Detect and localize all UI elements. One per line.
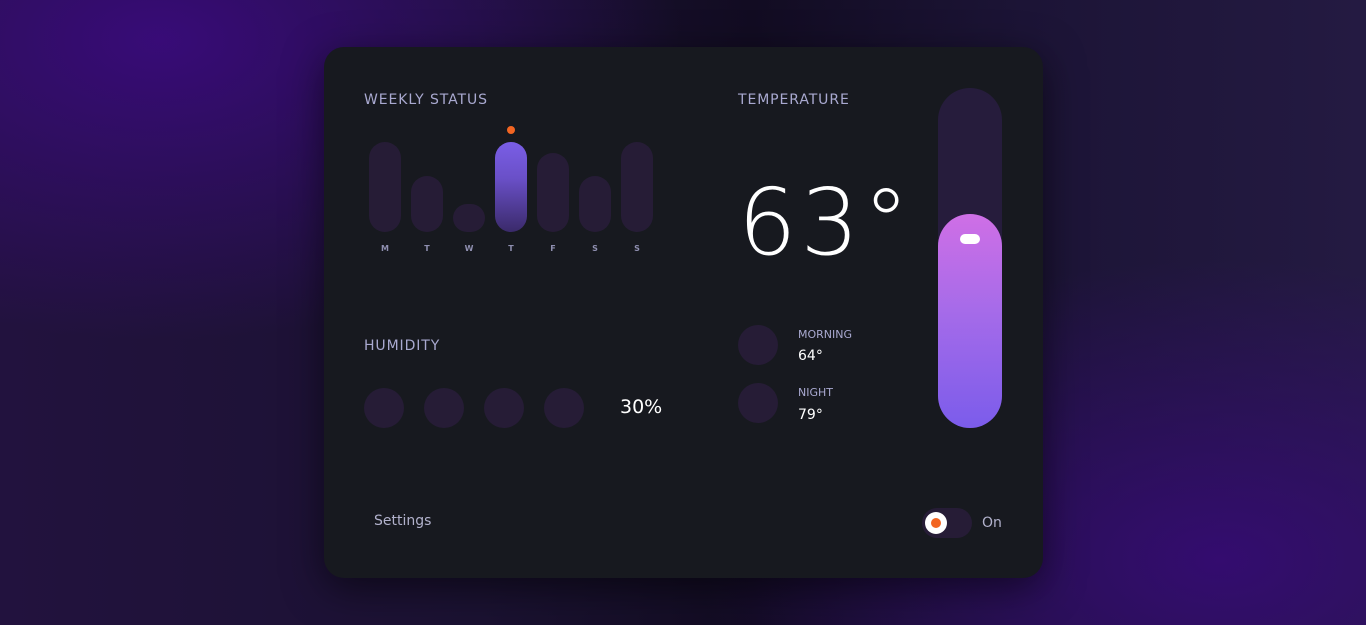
humidity-value: 30% xyxy=(620,396,663,418)
night-temperature: 79° xyxy=(798,407,823,423)
weekly-bar-0[interactable] xyxy=(369,142,401,232)
humidity-indicator[interactable] xyxy=(484,388,524,428)
weekly-bar-2[interactable] xyxy=(453,204,485,232)
temperature-slider[interactable] xyxy=(938,88,1002,428)
weekly-bar-3[interactable] xyxy=(495,142,527,232)
active-day-marker xyxy=(507,126,515,134)
humidity-indicator[interactable] xyxy=(544,388,584,428)
toggle-knob xyxy=(925,512,947,534)
humidity-indicator[interactable] xyxy=(424,388,464,428)
night-icon xyxy=(738,383,778,423)
weekly-day-label: W xyxy=(464,244,474,253)
morning-label: MORNING xyxy=(798,328,853,341)
night-label: NIGHT xyxy=(798,386,833,399)
weekly-bar-5[interactable] xyxy=(579,176,611,232)
weekly-day-label: T xyxy=(424,244,430,253)
humidity-title: HUMIDITY xyxy=(364,338,441,354)
weekly-day-label: S xyxy=(634,244,640,253)
weekly-bar-6[interactable] xyxy=(621,142,653,232)
morning-icon xyxy=(738,325,778,365)
current-temperature: 63° xyxy=(738,169,914,276)
weekly-status-title: WEEKLY STATUS xyxy=(364,92,488,108)
weekly-bar-4[interactable] xyxy=(537,153,569,232)
weekly-day-label: S xyxy=(592,244,598,253)
morning-temperature: 64° xyxy=(798,348,823,364)
humidity-indicator[interactable] xyxy=(364,388,404,428)
weekly-bar-1[interactable] xyxy=(411,176,443,232)
weather-card: WEEKLY STATUS M T W T F S S HUMIDITY 30% TEMPE… xyxy=(324,47,1043,578)
toggle-indicator-dot xyxy=(931,518,941,528)
weekly-day-label: M xyxy=(381,244,389,253)
power-toggle[interactable] xyxy=(922,508,972,538)
temperature-slider-fill xyxy=(938,214,1002,428)
settings-button[interactable]: Settings xyxy=(374,513,431,529)
weekly-day-label: T xyxy=(508,244,514,253)
temperature-title: TEMPERATURE xyxy=(738,92,850,108)
weekly-day-label: F xyxy=(550,244,556,253)
toggle-state-label: On xyxy=(982,515,1002,531)
temperature-slider-handle[interactable] xyxy=(960,234,980,244)
